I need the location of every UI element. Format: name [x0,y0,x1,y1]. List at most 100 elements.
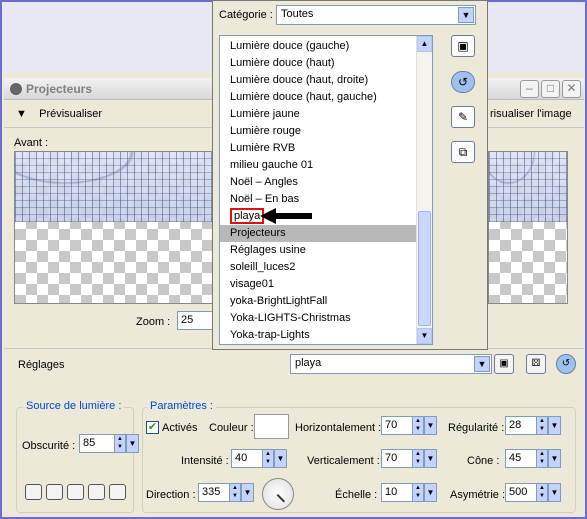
preset-item[interactable]: soleill_luces2 [220,259,418,276]
vertical-label: Verticalement : [307,455,380,467]
horizontal-input[interactable]: 70 [381,416,413,435]
random-icon[interactable]: ⚄ [526,354,546,374]
asymmetry-input[interactable]: 500 [505,483,537,502]
close-button[interactable]: ✕ [562,80,581,98]
intensity-spinner[interactable]: ▲ ▼ [262,449,274,468]
color-label: Couleur : [209,422,254,434]
preset-item[interactable]: Lumière douce (gauche) [220,38,418,55]
scale-label: Échelle : [335,489,378,501]
intensity-input[interactable]: 40 [231,449,263,468]
preset-item[interactable]: Yoka-trap-Lights [220,327,418,344]
edit-preset-icon[interactable]: ✎ [451,106,475,128]
preset-item[interactable]: Lumière rouge [220,123,418,140]
vertical-spinner[interactable]: ▲ ▼ [412,449,424,468]
direction-dropdown[interactable]: ▼ [241,483,254,502]
preset-item-label: Lumière douce (haut) [230,57,335,69]
preset-item[interactable]: Réglages usine [220,242,418,259]
preset-item-label: Yoka-LIGHTS-Christmas [230,312,351,324]
light-1-icon[interactable] [25,484,42,500]
horizontal-dropdown[interactable]: ▼ [424,416,437,435]
category-selected: Toutes [281,8,314,20]
asymmetry-spinner[interactable]: ▲ ▼ [536,483,548,502]
preset-list[interactable]: Lumière douce (gauche) Lumière douce (hau… [219,35,433,345]
app-icon [10,83,22,95]
settings-label: Réglages [18,359,65,371]
light-source-label: Source de lumière : [23,400,125,412]
copy-preset-icon[interactable]: ⧉ [451,141,475,163]
scrollbar[interactable]: ▲ ▼ [416,36,432,344]
preset-item[interactable]: Projecteurs [220,225,418,242]
asymmetry-dropdown[interactable]: ▼ [548,483,561,502]
preset-item-label: Yoka-trap-Lights [230,329,310,341]
before-preview[interactable] [14,151,217,304]
preset-item-label: Projecteurs [230,227,286,239]
preview-image [15,152,216,222]
preview-toggle[interactable]: ▼ Prévisualiser [16,108,102,120]
preset-item-label: yoka-BrightLightFall [230,295,328,307]
preset-item[interactable]: milieu gauche 01 [220,157,418,174]
light-5-icon[interactable] [109,484,126,500]
scale-spinner[interactable]: ▲ ▼ [412,483,424,502]
direction-input[interactable]: 335 [198,483,230,502]
scroll-thumb[interactable] [418,211,431,326]
background-area-right [488,2,585,72]
parameters-label: Paramètres : [147,400,216,412]
color-swatch[interactable] [254,414,289,439]
obscurity-dropdown[interactable]: ▼ [126,434,139,453]
zoom-input[interactable]: 25 [177,311,217,330]
settings-select[interactable]: playa ▼ [290,354,492,374]
settings-bar: Réglages playa ▼ ▣ ⚄ ↺ [4,348,584,378]
light-4-icon[interactable] [88,484,105,500]
cone-spinner[interactable]: ▲ ▼ [536,449,548,468]
horizontal-spinner[interactable]: ▲ ▼ [412,416,424,435]
reset-icon[interactable]: ↺ [556,354,576,374]
chevron-down-icon[interactable]: ▼ [458,7,474,23]
preset-item-label: Noël – Angles [230,176,298,188]
light-3-icon[interactable] [67,484,84,500]
chevron-down-icon[interactable]: ▼ [474,356,490,372]
preset-item[interactable]: visage01 [220,276,418,293]
preview-image-label[interactable]: risualiser l'image [490,108,572,120]
preset-item[interactable]: Lumière douce (haut) [220,55,418,72]
active-label: Activés [162,422,198,434]
preset-item-label: Noël – En bas [230,193,300,205]
cone-dropdown[interactable]: ▼ [548,449,561,468]
regularity-input[interactable]: 28 [505,416,537,435]
category-select[interactable]: Toutes ▼ [276,5,476,25]
after-preview[interactable] [488,151,568,304]
vertical-input[interactable]: 70 [381,449,413,468]
preset-item[interactable]: Lumière douce (haut, droite) [220,72,418,89]
preset-item-label: milieu gauche 01 [230,159,314,171]
preset-item-label: Lumière rouge [230,125,301,137]
regularity-spinner[interactable]: ▲ ▼ [536,416,548,435]
preset-item[interactable]: Lumière jaune [220,106,418,123]
direction-spinner[interactable]: ▲ ▼ [229,483,241,502]
preset-item[interactable]: Noël – Angles [220,174,418,191]
scale-input[interactable]: 10 [381,483,413,502]
preset-item[interactable]: Yoka-LIGHTS-Christmas [220,310,418,327]
cone-input[interactable]: 45 [505,449,537,468]
direction-dial[interactable] [262,478,294,510]
light-2-icon[interactable] [46,484,63,500]
intensity-dropdown[interactable]: ▼ [274,449,287,468]
before-label: Avant : [14,137,49,149]
active-checkbox[interactable]: ✔ [146,421,159,434]
save-icon[interactable]: ▣ [494,354,514,374]
preset-item[interactable]: yoka-BrightLightFall [220,293,418,310]
obscurity-input[interactable]: 85 [79,434,115,453]
minimize-button[interactable]: – [520,80,539,98]
obscurity-spinner[interactable]: ▲ ▼ [114,434,126,453]
save-preset-icon[interactable]: ▣ [451,35,475,57]
vertical-dropdown[interactable]: ▼ [424,449,437,468]
scroll-up-icon[interactable]: ▲ [417,36,432,52]
scroll-down-icon[interactable]: ▼ [417,328,432,344]
reset-preset-icon[interactable]: ↺ [451,71,475,93]
maximize-button[interactable]: □ [541,80,560,98]
preset-item[interactable]: Lumière RVB [220,140,418,157]
preset-item-label: visage01 [230,278,275,290]
obscurity-label: Obscurité : [22,440,76,452]
regularity-label: Régularité : [448,422,505,434]
scale-dropdown[interactable]: ▼ [424,483,437,502]
regularity-dropdown[interactable]: ▼ [548,416,561,435]
preset-item[interactable]: Lumière douce (haut, gauche) [220,89,418,106]
